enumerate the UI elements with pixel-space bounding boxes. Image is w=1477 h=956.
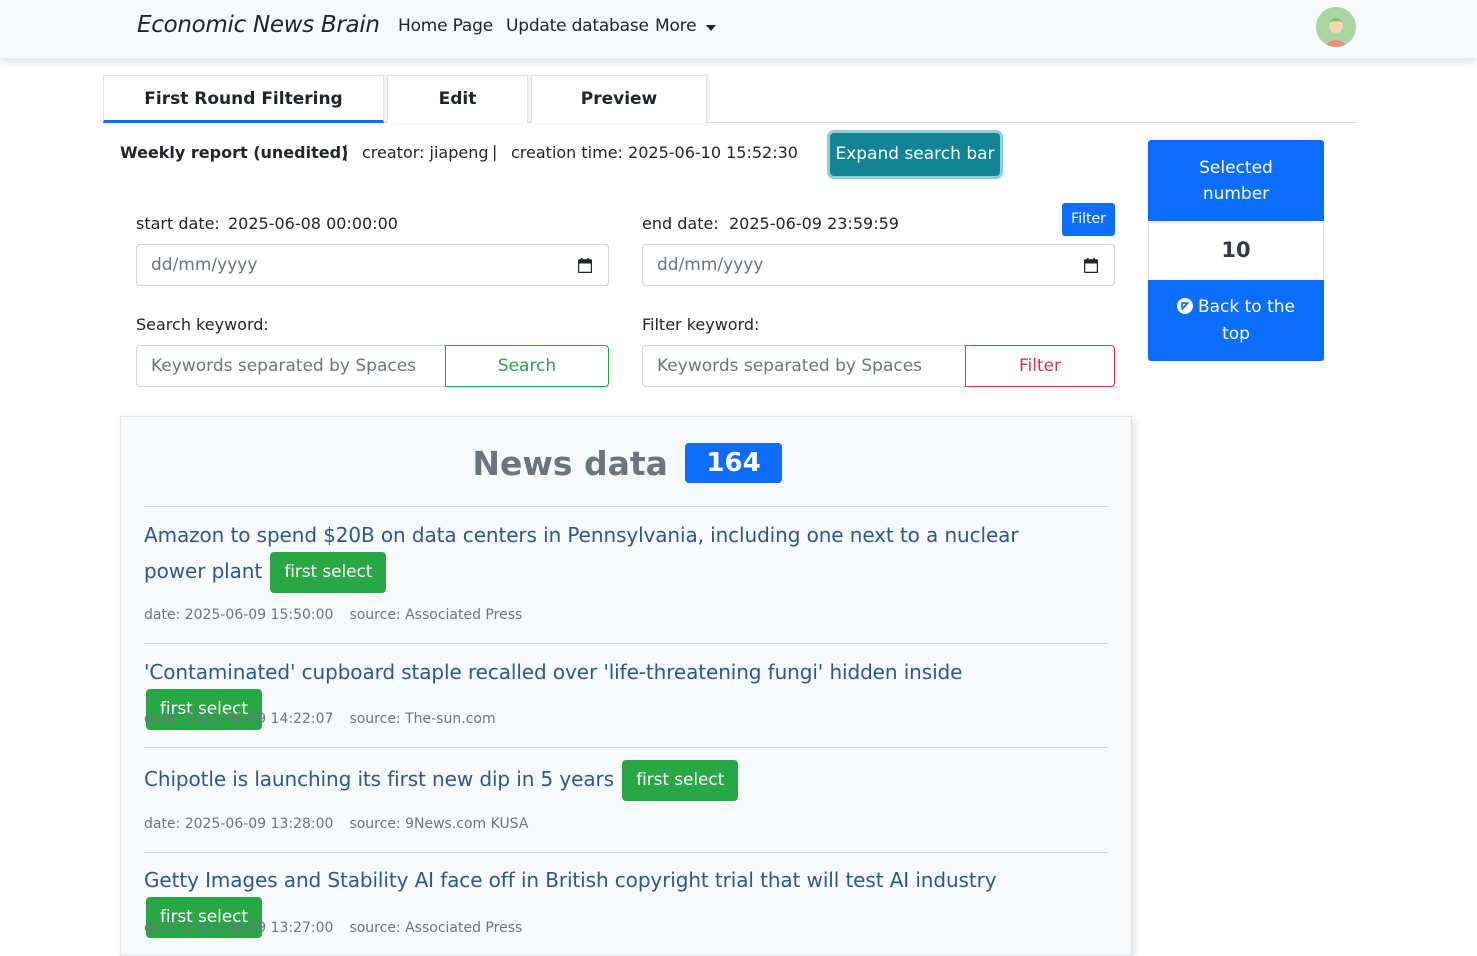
news-count-badge: 164 (685, 443, 782, 483)
news-source: source: Associated Press (349, 607, 523, 623)
divider (144, 506, 1108, 507)
end-date-placeholder: dd/mm/yyyy (657, 255, 764, 275)
search-keyword-label: Search keyword: (136, 315, 269, 334)
report-title: Weekly report (unedited) (120, 143, 349, 162)
tab-preview[interactable]: Preview (531, 75, 707, 123)
back-to-top-label: Back to the top (1197, 297, 1296, 344)
tab-edit[interactable]: Edit (387, 75, 528, 123)
divider (144, 852, 1108, 853)
date-filter-button[interactable]: Filter (1062, 203, 1115, 236)
list-item: Chipotle is launching its first new dip … (144, 760, 1084, 801)
filter-keyword-placeholder: Keywords separated by Spaces (657, 356, 923, 376)
search-keyword-input[interactable]: Keywords separated by Spaces (136, 345, 446, 387)
news-title-link[interactable]: 'Contaminated' cupboard staple recalled … (144, 660, 962, 684)
news-source: source: 9News.com KUSA (349, 816, 529, 832)
first-select-button[interactable]: first select (622, 760, 739, 801)
news-meta: date: 2025-06-09 14:22:07 source: The-sun… (144, 711, 496, 727)
back-to-top-button[interactable]: Back to the top (1148, 280, 1324, 361)
start-date-label: start date: (136, 214, 220, 233)
calendar-icon[interactable] (578, 258, 592, 273)
list-item: Amazon to spend $20B on data centers in … (144, 519, 1084, 593)
end-date-value: 2025-06-09 23:59:59 (729, 214, 899, 233)
divider (144, 643, 1108, 644)
news-heading: News data 164 (121, 443, 1133, 483)
divider (144, 747, 1108, 748)
news-title-link[interactable]: Getty Images and Stability AI face off i… (144, 868, 997, 892)
news-source: source: The-sun.com (349, 711, 496, 727)
news-date: date: 2025-06-09 13:27:00 (144, 920, 334, 936)
nav-home-link[interactable]: Home Page (398, 16, 493, 36)
news-date: date: 2025-06-09 15:50:00 (144, 607, 334, 623)
start-date-value: 2025-06-08 00:00:00 (228, 214, 398, 233)
start-date-input[interactable]: dd/mm/yyyy (136, 244, 609, 286)
news-title-link[interactable]: Chipotle is launching its first new dip … (144, 767, 614, 791)
news-meta: date: 2025-06-09 15:50:00 source: Associa… (144, 607, 522, 623)
first-select-button[interactable]: first select (270, 552, 387, 593)
news-panel: News data 164 Amazon to spend $20B on da… (120, 416, 1132, 956)
filter-keyword-label: Filter keyword: (642, 315, 760, 334)
news-date: date: 2025-06-09 13:28:00 (144, 816, 334, 832)
start-date-placeholder: dd/mm/yyyy (151, 255, 258, 275)
separator: | (492, 142, 498, 161)
brand-logo[interactable]: Economic News Brain (137, 12, 380, 38)
expand-search-bar-button[interactable]: Expand search bar (830, 133, 1000, 176)
selected-number-label: Selected number (1148, 140, 1324, 221)
filter-keyword-input[interactable]: Keywords separated by Spaces (642, 345, 966, 387)
search-button[interactable]: Search (445, 345, 609, 387)
tab-first-round-filtering[interactable]: First Round Filtering (103, 75, 384, 123)
arrow-up-left-icon (1176, 298, 1193, 314)
navbar: Economic News Brain Home Page Update dat… (0, 0, 1477, 58)
news-heading-text: News data (472, 444, 668, 483)
news-meta: date: 2025-06-09 13:28:00 source: 9News.c… (144, 816, 528, 832)
news-date: date: 2025-06-09 14:22:07 (144, 711, 334, 727)
search-keyword-placeholder: Keywords separated by Spaces (151, 356, 417, 376)
avatar[interactable] (1316, 7, 1356, 47)
selected-number-text: Selected number (1199, 158, 1273, 204)
end-date-label: end date: (642, 214, 719, 233)
filter-button[interactable]: Filter (965, 345, 1115, 387)
nav-more-dropdown[interactable]: More (655, 16, 697, 36)
calendar-icon[interactable] (1084, 258, 1098, 273)
news-source: source: Associated Press (349, 920, 523, 936)
end-date-input[interactable]: dd/mm/yyyy (642, 244, 1115, 286)
news-meta: date: 2025-06-09 13:27:00 source: Associa… (144, 920, 522, 936)
user-avatar-icon (1316, 7, 1356, 47)
chevron-down-icon[interactable] (706, 25, 716, 31)
selected-number-count: 10 (1148, 221, 1324, 280)
report-creator: creator: jiapeng (362, 143, 489, 162)
report-creation-time: creation time: 2025-06-10 15:52:30 (511, 143, 798, 162)
separator: | (343, 142, 349, 161)
nav-update-link[interactable]: Update database (506, 16, 649, 36)
